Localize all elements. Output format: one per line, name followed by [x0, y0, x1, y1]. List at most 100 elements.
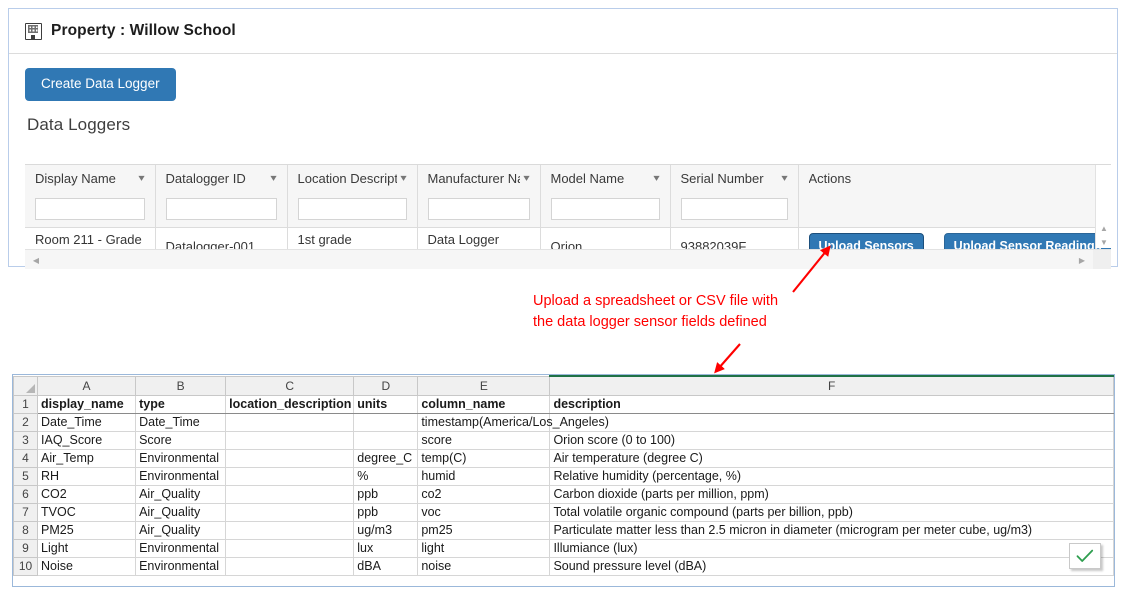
cell-d8[interactable]: ug/m3 — [353, 520, 419, 540]
cell-e1[interactable]: column_name — [417, 394, 551, 414]
row-number-3[interactable]: 3 — [12, 430, 39, 450]
cell-e8[interactable]: pm25 — [417, 520, 551, 540]
cell-a8[interactable]: PM25 — [37, 520, 137, 540]
cell-d3[interactable] — [353, 430, 419, 450]
row-number-2[interactable]: 2 — [12, 412, 39, 432]
cell-e2[interactable]: timestamp(America/Los_Angeles) — [417, 412, 609, 432]
cell-f9[interactable]: Illumiance (lux) — [549, 538, 1114, 558]
cell-a3[interactable]: IAQ_Score — [37, 430, 137, 450]
cell-a1[interactable]: display_name — [37, 394, 137, 414]
row-number-8[interactable]: 8 — [12, 520, 39, 540]
cell-c4[interactable] — [225, 448, 355, 468]
cell-c8[interactable] — [225, 520, 355, 540]
cell-c5[interactable] — [225, 466, 355, 486]
cell-a4[interactable]: Air_Temp — [37, 448, 137, 468]
column-header-model-name[interactable]: Model Name ▾ — [540, 165, 671, 192]
cell-e9[interactable]: light — [417, 538, 551, 558]
cell-f4[interactable]: Air temperature (degree C) — [549, 448, 1114, 468]
row-number-6[interactable]: 6 — [12, 484, 39, 504]
grid-horizontal-scrollbar[interactable]: ◀ ▶ — [25, 249, 1111, 269]
cell-d7[interactable]: ppb — [353, 502, 419, 522]
column-letter-c[interactable]: C — [225, 375, 355, 396]
cell-c6[interactable] — [225, 484, 355, 504]
cell-a5[interactable]: RH — [37, 466, 137, 486]
cell-e7[interactable]: voc — [417, 502, 551, 522]
cell-b4[interactable]: Environmental — [135, 448, 227, 468]
scroll-down-icon[interactable]: ▼ — [1096, 235, 1111, 250]
cell-d6[interactable]: ppb — [353, 484, 419, 504]
cell-b3[interactable]: Score — [135, 430, 227, 450]
cell-c10[interactable] — [225, 556, 355, 576]
cell-b9[interactable]: Environmental — [135, 538, 227, 558]
cell-b8[interactable]: Air_Quality — [135, 520, 227, 540]
column-letter-f[interactable]: F — [549, 375, 1114, 396]
cell-f8[interactable]: Particulate matter less than 2.5 micron … — [549, 520, 1114, 540]
column-letter-a[interactable]: A — [37, 375, 137, 396]
cell-a6[interactable]: CO2 — [37, 484, 137, 504]
cell-f7[interactable]: Total volatile organic compound (parts p… — [549, 502, 1114, 522]
select-all-corner[interactable] — [12, 375, 39, 396]
cell-a2[interactable]: Date_Time — [37, 412, 137, 432]
cell-d10[interactable]: dBA — [353, 556, 419, 576]
scroll-up-icon[interactable]: ▲ — [1096, 221, 1111, 236]
cell-b1[interactable]: type — [135, 394, 227, 414]
cell-d1[interactable]: units — [353, 394, 419, 414]
cell-f1[interactable]: description — [549, 394, 1114, 414]
column-header-datalogger-id[interactable]: Datalogger ID ▾ — [155, 165, 288, 192]
chevron-down-icon[interactable]: ▾ — [139, 173, 145, 184]
row-number-4[interactable]: 4 — [12, 448, 39, 468]
column-letter-e[interactable]: E — [417, 375, 551, 396]
column-letter-d[interactable]: D — [353, 375, 419, 396]
cell-a10[interactable]: Noise — [37, 556, 137, 576]
row-number-10[interactable]: 10 — [12, 556, 39, 576]
scroll-right-icon[interactable]: ▶ — [1075, 253, 1089, 267]
row-number-9[interactable]: 9 — [12, 538, 39, 558]
green-checkmark-overlay[interactable] — [1069, 543, 1101, 569]
cell-a7[interactable]: TVOC — [37, 502, 137, 522]
cell-d5[interactable]: % — [353, 466, 419, 486]
cell-f5[interactable]: Relative humidity (percentage, %) — [549, 466, 1114, 486]
row-number-7[interactable]: 7 — [12, 502, 39, 522]
filter-input-serial-number[interactable] — [680, 198, 788, 221]
row-number-5[interactable]: 5 — [12, 466, 39, 486]
cell-b6[interactable]: Air_Quality — [135, 484, 227, 504]
chevron-down-icon[interactable]: ▾ — [782, 173, 788, 184]
column-header-manufacturer-name[interactable]: Manufacturer Name..▾ — [417, 165, 541, 192]
cell-d2[interactable] — [353, 412, 419, 432]
cell-c3[interactable] — [225, 430, 355, 450]
cell-f3[interactable]: Orion score (0 to 100) — [549, 430, 1114, 450]
chevron-down-icon[interactable]: ▾ — [271, 173, 277, 184]
column-header-serial-number[interactable]: Serial Number ▾ — [670, 165, 799, 192]
cell-c1[interactable]: location_description — [225, 394, 355, 414]
create-data-logger-button[interactable]: Create Data Logger — [25, 68, 176, 101]
cell-f2[interactable] — [549, 412, 1114, 432]
cell-b2[interactable]: Date_Time — [135, 412, 227, 432]
filter-input-datalogger-id[interactable] — [165, 198, 277, 221]
row-number-1[interactable]: 1 — [12, 394, 39, 414]
cell-b10[interactable]: Environmental — [135, 556, 227, 576]
cell-f6[interactable]: Carbon dioxide (parts per million, ppm) — [549, 484, 1114, 504]
column-letter-b[interactable]: B — [135, 375, 227, 396]
cell-c7[interactable] — [225, 502, 355, 522]
chevron-down-icon[interactable]: ▾ — [524, 173, 530, 184]
filter-input-location-description[interactable] — [297, 198, 407, 221]
scroll-left-icon[interactable]: ◀ — [29, 253, 43, 267]
cell-b7[interactable]: Air_Quality — [135, 502, 227, 522]
cell-e6[interactable]: co2 — [417, 484, 551, 504]
column-header-display-name[interactable]: Display Name ▾ — [25, 165, 156, 192]
chevron-down-icon[interactable]: ▾ — [401, 173, 407, 184]
cell-b5[interactable]: Environmental — [135, 466, 227, 486]
grid-vertical-scrollbar[interactable]: ▲ ▼ — [1095, 165, 1111, 248]
cell-e5[interactable]: humid — [417, 466, 551, 486]
cell-e4[interactable]: temp(C) — [417, 448, 551, 468]
column-header-location-description[interactable]: Location Descriptio..▾ — [287, 165, 418, 192]
cell-e3[interactable]: score — [417, 430, 551, 450]
filter-input-display-name[interactable] — [35, 198, 145, 221]
cell-f10[interactable]: Sound pressure level (dBA) — [549, 556, 1114, 576]
cell-c9[interactable] — [225, 538, 355, 558]
cell-d9[interactable]: lux — [353, 538, 419, 558]
cell-d4[interactable]: degree_C — [353, 448, 419, 468]
chevron-down-icon[interactable]: ▾ — [654, 173, 660, 184]
filter-input-model-name[interactable] — [550, 198, 660, 221]
cell-c2[interactable] — [225, 412, 355, 432]
